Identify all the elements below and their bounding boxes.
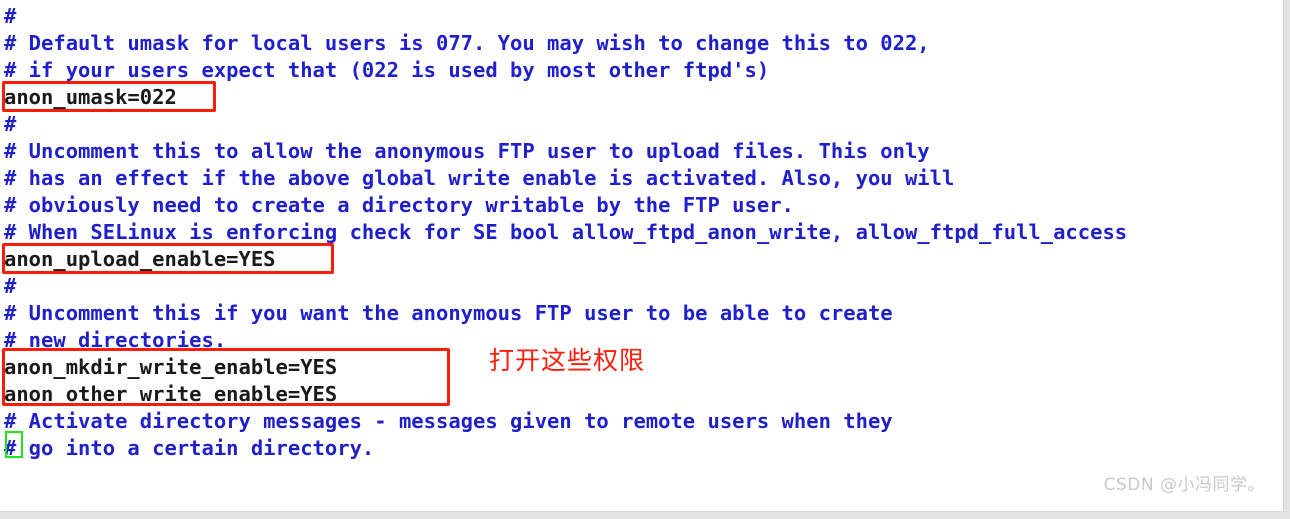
config-line[interactable]: anon_umask=022 <box>4 84 177 111</box>
comment-line[interactable]: # Activate directory messages - messages… <box>4 408 893 435</box>
comment-line[interactable]: # When SELinux is enforcing check for SE… <box>4 219 1127 246</box>
config-line[interactable]: anon_mkdir_write_enable=YES <box>4 354 337 381</box>
screenshot-root: # # Default umask for local users is 077.… <box>0 0 1290 519</box>
comment-line[interactable]: # if your users expect that (022 is used… <box>4 57 769 84</box>
comment-line[interactable]: # <box>4 111 16 138</box>
comment-line[interactable]: # go into a certain directory. <box>4 435 374 462</box>
comment-line[interactable]: # Uncomment this to allow the anonymous … <box>4 138 930 165</box>
config-line[interactable]: anon_upload_enable=YES <box>4 246 276 273</box>
comment-line[interactable]: # obviously need to create a directory w… <box>4 192 794 219</box>
annotation-label: 打开这些权限 <box>489 346 646 375</box>
comment-line[interactable]: # Uncomment this if you want the anonymo… <box>4 300 893 327</box>
bottom-gray-strip <box>0 512 1290 519</box>
text-editor-pane[interactable]: # # Default umask for local users is 077.… <box>0 0 1284 512</box>
comment-line[interactable]: # <box>4 3 16 30</box>
comment-line[interactable]: # new directories. <box>4 327 226 354</box>
comment-line[interactable]: # <box>4 273 16 300</box>
csdn-watermark: CSDN @小冯同学。 <box>1103 475 1265 495</box>
config-file-text[interactable]: # # Default umask for local users is 077.… <box>0 0 1283 511</box>
config-line[interactable]: anon_other_write_enable=YES <box>4 381 337 408</box>
comment-line[interactable]: # has an effect if the above global writ… <box>4 165 954 192</box>
comment-line[interactable]: # Default umask for local users is 077. … <box>4 30 930 57</box>
